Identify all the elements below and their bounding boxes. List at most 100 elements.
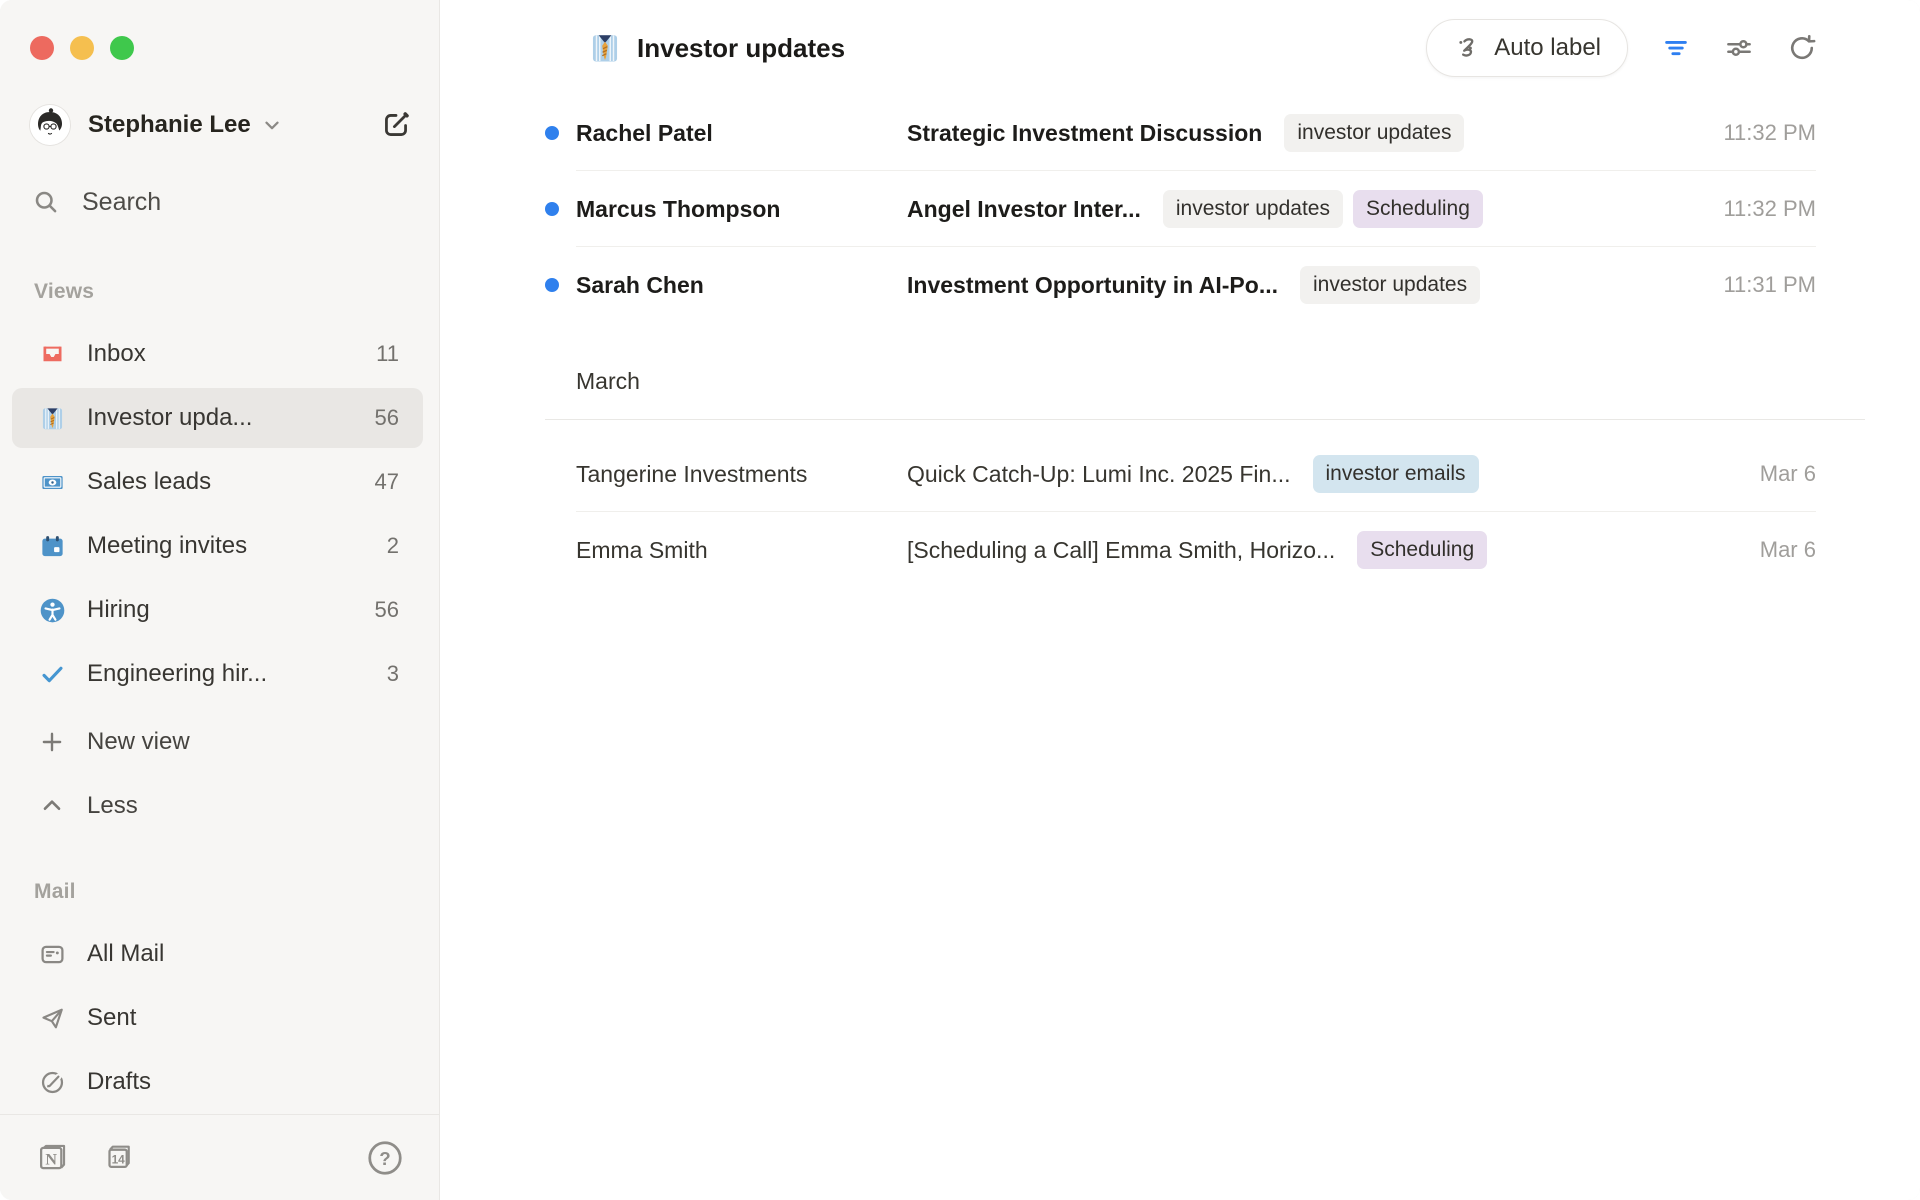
email-tag[interactable]: Scheduling: [1357, 531, 1487, 569]
sidebar-item-label: All Mail: [87, 940, 164, 968]
minimize-window-button[interactable]: [70, 36, 94, 60]
sidebar-item-inbox[interactable]: Inbox 11: [12, 324, 423, 384]
email-tag[interactable]: investor emails: [1313, 455, 1479, 493]
sidebar-item-label: Sent: [87, 1004, 136, 1032]
email-tag[interactable]: investor updates: [1163, 190, 1343, 228]
header-actions: Auto label: [1426, 19, 1817, 77]
app-window: Stephanie Lee Search Views: [0, 0, 1920, 1200]
chevron-up-icon: [38, 792, 66, 820]
email-row[interactable]: Tangerine Investments Quick Catch-Up: Lu…: [545, 436, 1816, 512]
email-time: 11:31 PM: [1723, 272, 1816, 298]
email-tag[interactable]: investor updates: [1300, 266, 1480, 304]
calendar-icon: [38, 532, 66, 560]
page-title: Investor updates: [637, 33, 845, 64]
date-group-label: March: [576, 368, 640, 395]
search-label: Search: [82, 188, 161, 217]
sidebar-item-count: 3: [387, 661, 399, 687]
display-settings-icon[interactable]: [1724, 33, 1754, 63]
email-sender: Sarah Chen: [576, 272, 907, 299]
sidebar-item-all-mail[interactable]: All Mail: [12, 924, 423, 984]
email-row[interactable]: Marcus Thompson Angel Investor Inter... …: [545, 171, 1816, 247]
sidebar-item-label: Engineering hir...: [87, 660, 267, 688]
date-group-header: March: [545, 323, 1816, 420]
email-date: Mar 6: [1760, 537, 1816, 563]
sidebar-item-hiring[interactable]: Hiring 56: [12, 580, 423, 640]
email-list: Rachel Patel Strategic Investment Discus…: [545, 95, 1816, 588]
sidebar-item-engineering-hiring[interactable]: Engineering hir... 3: [12, 644, 423, 704]
search-button[interactable]: Search: [32, 178, 161, 226]
sidebar-item-count: 56: [375, 405, 399, 431]
svg-text:?: ?: [379, 1147, 390, 1168]
email-subject: Quick Catch-Up: Lumi Inc. 2025 Fin...: [907, 461, 1291, 488]
new-view-button[interactable]: New view: [12, 712, 423, 772]
email-row[interactable]: Sarah Chen Investment Opportunity in AI-…: [545, 247, 1816, 323]
sidebar-item-label: Meeting invites: [87, 532, 247, 560]
compose-icon[interactable]: [379, 108, 413, 142]
sidebar-item-label: Drafts: [87, 1068, 151, 1096]
email-sender: Rachel Patel: [576, 120, 907, 147]
all-mail-icon: [38, 940, 66, 968]
sidebar-item-count: 2: [387, 533, 399, 559]
sidebar-item-drafts[interactable]: Drafts: [12, 1052, 423, 1112]
sidebar-item-label: Investor upda...: [87, 404, 252, 432]
account-switcher[interactable]: Stephanie Lee: [30, 100, 413, 150]
checkmark-icon: [38, 660, 66, 688]
email-tags: Scheduling: [1357, 531, 1487, 569]
window-controls: [30, 36, 134, 60]
new-view-label: New view: [87, 728, 190, 756]
notion-calendar-icon[interactable]: 14: [100, 1139, 138, 1177]
banknote-icon: [38, 468, 66, 496]
email-row[interactable]: Emma Smith [Scheduling a Call] Emma Smit…: [545, 512, 1816, 588]
email-sender: Tangerine Investments: [576, 461, 907, 488]
view-header: Investor updates Auto label: [440, 0, 1920, 96]
zoom-window-button[interactable]: [110, 36, 134, 60]
sidebar-item-investor-updates[interactable]: Investor upda... 56: [12, 388, 423, 448]
sidebar-item-meeting-invites[interactable]: Meeting invites 2: [12, 516, 423, 576]
sidebar-item-sent[interactable]: Sent: [12, 988, 423, 1048]
views-list: Inbox 11 Investor upda... 56: [12, 324, 423, 708]
email-tags: investor updates: [1300, 266, 1480, 304]
help-icon[interactable]: ?: [365, 1138, 405, 1178]
notion-logo-icon[interactable]: N: [34, 1139, 72, 1177]
unread-dot: [545, 202, 559, 216]
close-window-button[interactable]: [30, 36, 54, 60]
send-icon: [38, 1004, 66, 1032]
email-subject: Angel Investor Inter...: [907, 196, 1141, 223]
sidebar-item-count: 11: [376, 341, 399, 367]
plus-icon: [38, 728, 66, 756]
user-name: Stephanie Lee: [88, 111, 251, 139]
views-section-label: Views: [34, 280, 94, 304]
email-time: 11:32 PM: [1723, 196, 1816, 222]
avatar: [30, 105, 70, 145]
sidebar-item-label: Sales leads: [87, 468, 211, 496]
mail-section-label: Mail: [34, 880, 76, 904]
auto-label-wand-icon: [1453, 34, 1481, 62]
email-row[interactable]: Rachel Patel Strategic Investment Discus…: [545, 95, 1816, 171]
drafts-icon: [38, 1068, 66, 1096]
email-sender: Emma Smith: [576, 537, 907, 564]
email-tag[interactable]: investor updates: [1284, 114, 1464, 152]
chevron-down-icon: [261, 114, 283, 136]
email-tags: investor emails: [1313, 455, 1479, 493]
sidebar-item-label: Hiring: [87, 596, 150, 624]
sidebar-item-count: 47: [375, 469, 399, 495]
search-icon: [32, 188, 60, 216]
less-button[interactable]: Less: [12, 776, 423, 836]
filter-icon[interactable]: [1661, 33, 1691, 63]
email-tag[interactable]: Scheduling: [1353, 190, 1483, 228]
svg-text:N: N: [45, 1151, 57, 1168]
email-subject: Strategic Investment Discussion: [907, 120, 1262, 147]
accessibility-icon: [38, 596, 66, 624]
email-subject: Investment Opportunity in AI-Po...: [907, 272, 1278, 299]
sidebar-item-sales-leads[interactable]: Sales leads 47: [12, 452, 423, 512]
inbox-icon: [38, 340, 66, 368]
main-content: Investor updates Auto label: [440, 0, 1920, 1200]
refresh-icon[interactable]: [1787, 33, 1817, 63]
email-tags: investor updates Scheduling: [1163, 190, 1483, 228]
unread-dot: [545, 278, 559, 292]
date-group-list: Tangerine Investments Quick Catch-Up: Lu…: [545, 420, 1816, 588]
svg-text:14: 14: [112, 1152, 126, 1166]
auto-label-button-label: Auto label: [1494, 34, 1601, 62]
sidebar: Stephanie Lee Search Views: [0, 0, 440, 1200]
auto-label-button[interactable]: Auto label: [1426, 19, 1628, 77]
